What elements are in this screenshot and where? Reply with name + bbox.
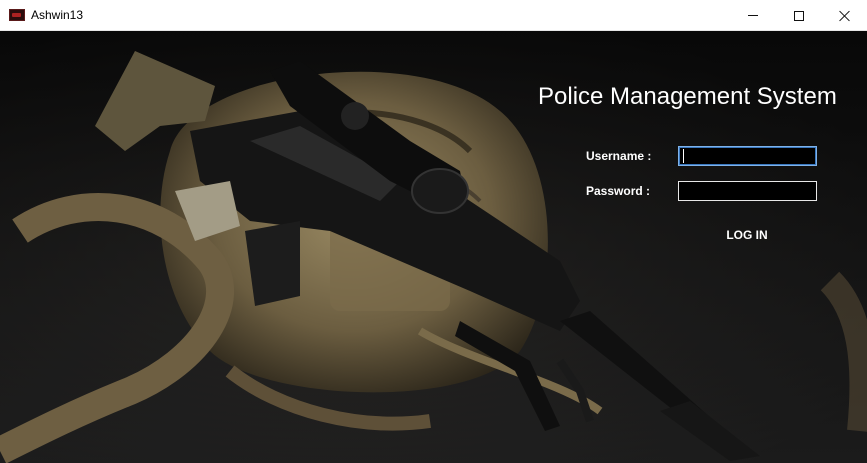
window-title: Ashwin13 [31, 8, 84, 22]
password-label: Password : [586, 184, 651, 198]
close-button[interactable] [822, 0, 867, 31]
minimize-button[interactable] [730, 0, 776, 31]
username-label: Username : [586, 149, 652, 163]
page-title: Police Management System [538, 83, 837, 110]
close-icon [839, 10, 851, 22]
app-icon [9, 9, 25, 21]
title-bar[interactable]: Ashwin13 [0, 0, 867, 31]
minimize-icon [748, 15, 758, 16]
username-input[interactable] [678, 146, 817, 166]
text-caret [683, 149, 684, 163]
maximize-icon [794, 10, 804, 21]
login-button[interactable]: LOG IN [712, 225, 782, 245]
password-input[interactable] [678, 181, 817, 201]
login-window: Ashwin13 Police Management System Userna… [0, 0, 867, 463]
maximize-button[interactable] [776, 0, 822, 31]
login-panel: Police Management System Username : Pass… [0, 31, 867, 463]
